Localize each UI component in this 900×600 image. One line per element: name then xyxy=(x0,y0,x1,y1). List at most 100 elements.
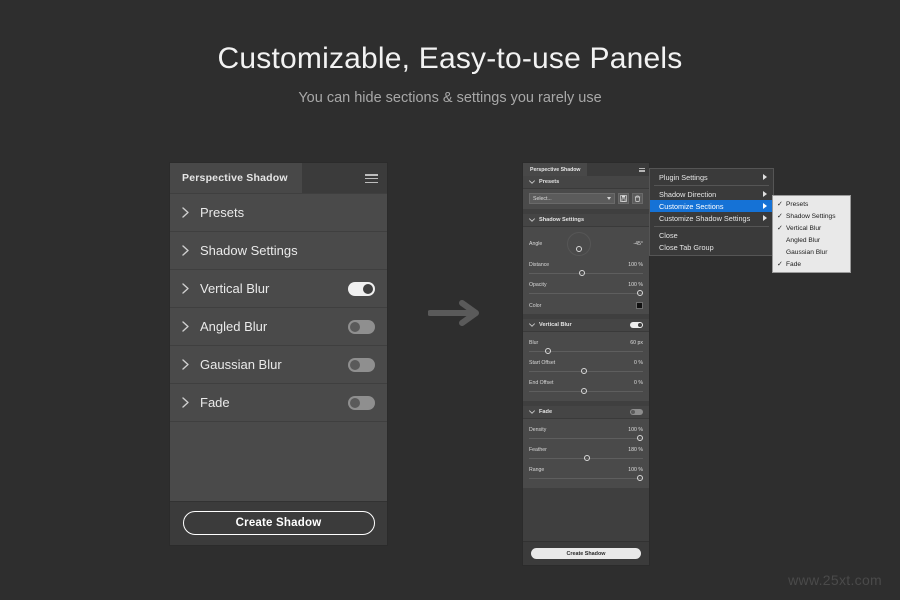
create-shadow-button[interactable]: Create Shadow xyxy=(531,548,641,559)
slider-handle[interactable] xyxy=(579,270,586,276)
slider-track xyxy=(529,273,643,274)
left-panel-tab[interactable]: Perspective Shadow xyxy=(170,163,302,193)
angle-control[interactable]: Angle -45° xyxy=(529,232,643,258)
page-title: Customizable, Easy-to-use Panels xyxy=(217,42,683,75)
field-blur: Blur 60 px xyxy=(529,340,643,356)
angle-dial[interactable] xyxy=(567,232,591,256)
section-row-gaussian-blur[interactable]: Gaussian Blur xyxy=(170,346,387,383)
section-header-presets[interactable]: Presets xyxy=(523,176,649,189)
submenu-item-angled-blur[interactable]: Angled Blur xyxy=(773,234,850,246)
section-row-vertical-blur[interactable]: Vertical Blur xyxy=(170,270,387,307)
slider-end-offset[interactable] xyxy=(529,387,643,396)
menu-item-label: Customize Shadow Settings xyxy=(659,213,751,223)
slider-distance[interactable] xyxy=(529,269,643,278)
preset-select-dropdown[interactable]: Select... xyxy=(529,193,615,204)
slider-track xyxy=(529,478,643,479)
section-header-vertical-blur[interactable]: Vertical Blur xyxy=(523,319,649,332)
slider-handle[interactable] xyxy=(581,368,588,374)
toggle-vertical-blur[interactable] xyxy=(630,321,643,329)
left-panel-empty-area xyxy=(170,422,387,508)
menu-item-label: Close Tab Group xyxy=(659,242,714,252)
page-subtitle: You can hide sections & settings you rar… xyxy=(298,90,602,106)
chevron-right-icon xyxy=(182,359,196,370)
field-end-offset: End Offset 0 % xyxy=(529,380,643,396)
section-header-fade[interactable]: Fade xyxy=(523,406,649,419)
submenu-item-fade[interactable]: ✓ Fade xyxy=(773,258,850,270)
field-opacity-header: Opacity 100 % xyxy=(529,282,643,288)
slider-feather[interactable] xyxy=(529,454,643,463)
slider-handle[interactable] xyxy=(637,290,643,296)
menu-item-customize-sections[interactable]: Customize Sections xyxy=(650,200,773,212)
section-row-shadow-settings[interactable]: Shadow Settings xyxy=(170,232,387,269)
field-label: Density xyxy=(529,427,547,433)
slider-blur[interactable] xyxy=(529,347,643,356)
left-panel-header: Perspective Shadow xyxy=(170,163,387,193)
field-label: Blur xyxy=(529,340,539,346)
menu-item-shadow-direction[interactable]: Shadow Direction xyxy=(650,188,773,200)
submenu-item-vertical-blur[interactable]: ✓ Vertical Blur xyxy=(773,222,850,234)
slider-handle[interactable] xyxy=(637,435,643,441)
toggle-angled-blur[interactable] xyxy=(348,319,375,334)
field-label: End Offset xyxy=(529,380,554,386)
create-shadow-button[interactable]: Create Shadow xyxy=(182,511,375,535)
check-icon: ✓ xyxy=(777,201,783,208)
section-row-presets[interactable]: Presets xyxy=(170,194,387,231)
section-header-shadow-settings[interactable]: Shadow Settings xyxy=(523,214,649,227)
left-panel-body: Presets Shadow Settings Vertical Blur An… xyxy=(170,193,387,508)
section-row-label: Angled Blur xyxy=(200,319,268,334)
angle-label: Angle xyxy=(529,241,543,247)
chevron-right-icon xyxy=(763,215,767,221)
trash-icon[interactable] xyxy=(632,193,643,204)
field-label: Color xyxy=(529,302,542,309)
field-distance: Distance 100 % xyxy=(529,262,643,278)
angle-dial-handle[interactable] xyxy=(576,246,582,252)
chevron-right-icon xyxy=(182,207,196,218)
slider-handle[interactable] xyxy=(583,455,590,461)
section-row-fade[interactable]: Fade xyxy=(170,384,387,421)
slider-density[interactable] xyxy=(529,434,643,443)
angle-value: -45° xyxy=(633,241,643,247)
slider-handle[interactable] xyxy=(581,388,588,394)
toggle-vertical-blur[interactable] xyxy=(348,281,375,296)
section-row-angled-blur[interactable]: Angled Blur xyxy=(170,308,387,345)
toggle-fade[interactable] xyxy=(348,395,375,410)
save-disk-icon[interactable] xyxy=(618,193,629,204)
color-swatch[interactable] xyxy=(636,302,643,309)
slider-opacity[interactable] xyxy=(529,289,643,298)
section-title: Vertical Blur xyxy=(539,322,572,328)
field-feather-header: Feather 180 % xyxy=(529,447,643,453)
field-range-header: Range 100 % xyxy=(529,467,643,473)
menu-item-label: Plugin Settings xyxy=(659,172,708,182)
right-panel-tab[interactable]: Perspective Shadow xyxy=(523,163,588,176)
slider-handle[interactable] xyxy=(637,475,643,481)
field-color[interactable]: Color xyxy=(529,302,643,309)
field-value: 60 px xyxy=(630,340,643,346)
menu-item-customize-shadow-settings[interactable]: Customize Shadow Settings xyxy=(650,212,773,224)
submenu-item-gaussian-blur[interactable]: Gaussian Blur xyxy=(773,246,850,258)
toggle-gaussian-blur[interactable] xyxy=(348,357,375,372)
menu-item-plugin-settings[interactable]: Plugin Settings xyxy=(650,171,773,183)
slider-start-offset[interactable] xyxy=(529,367,643,376)
toggle-knob xyxy=(350,359,360,370)
chevron-right-icon xyxy=(763,174,767,180)
hamburger-menu-icon[interactable] xyxy=(639,168,645,172)
field-label: Range xyxy=(529,467,545,473)
slider-range[interactable] xyxy=(529,474,643,483)
slider-track xyxy=(529,293,643,294)
toggle-knob xyxy=(631,409,636,415)
toggle-fade[interactable] xyxy=(630,408,643,416)
menu-item-close[interactable]: Close xyxy=(650,229,773,241)
chevron-right-icon xyxy=(182,283,196,294)
chevron-down-icon xyxy=(529,180,535,184)
left-panel: Perspective Shadow Presets Shadow Settin… xyxy=(170,163,387,545)
chevron-down-icon xyxy=(607,197,611,200)
submenu-item-presets[interactable]: ✓ Presets xyxy=(773,198,850,210)
slider-handle[interactable] xyxy=(544,348,551,354)
hamburger-menu-icon[interactable] xyxy=(365,174,378,183)
section-body-presets: Select... xyxy=(523,189,649,209)
field-label: Start Offset xyxy=(529,360,556,366)
arrow-right-icon xyxy=(428,300,484,326)
submenu-item-shadow-settings[interactable]: ✓ Shadow Settings xyxy=(773,210,850,222)
menu-item-close-tab-group[interactable]: Close Tab Group xyxy=(650,241,773,253)
chevron-right-icon xyxy=(182,397,196,408)
